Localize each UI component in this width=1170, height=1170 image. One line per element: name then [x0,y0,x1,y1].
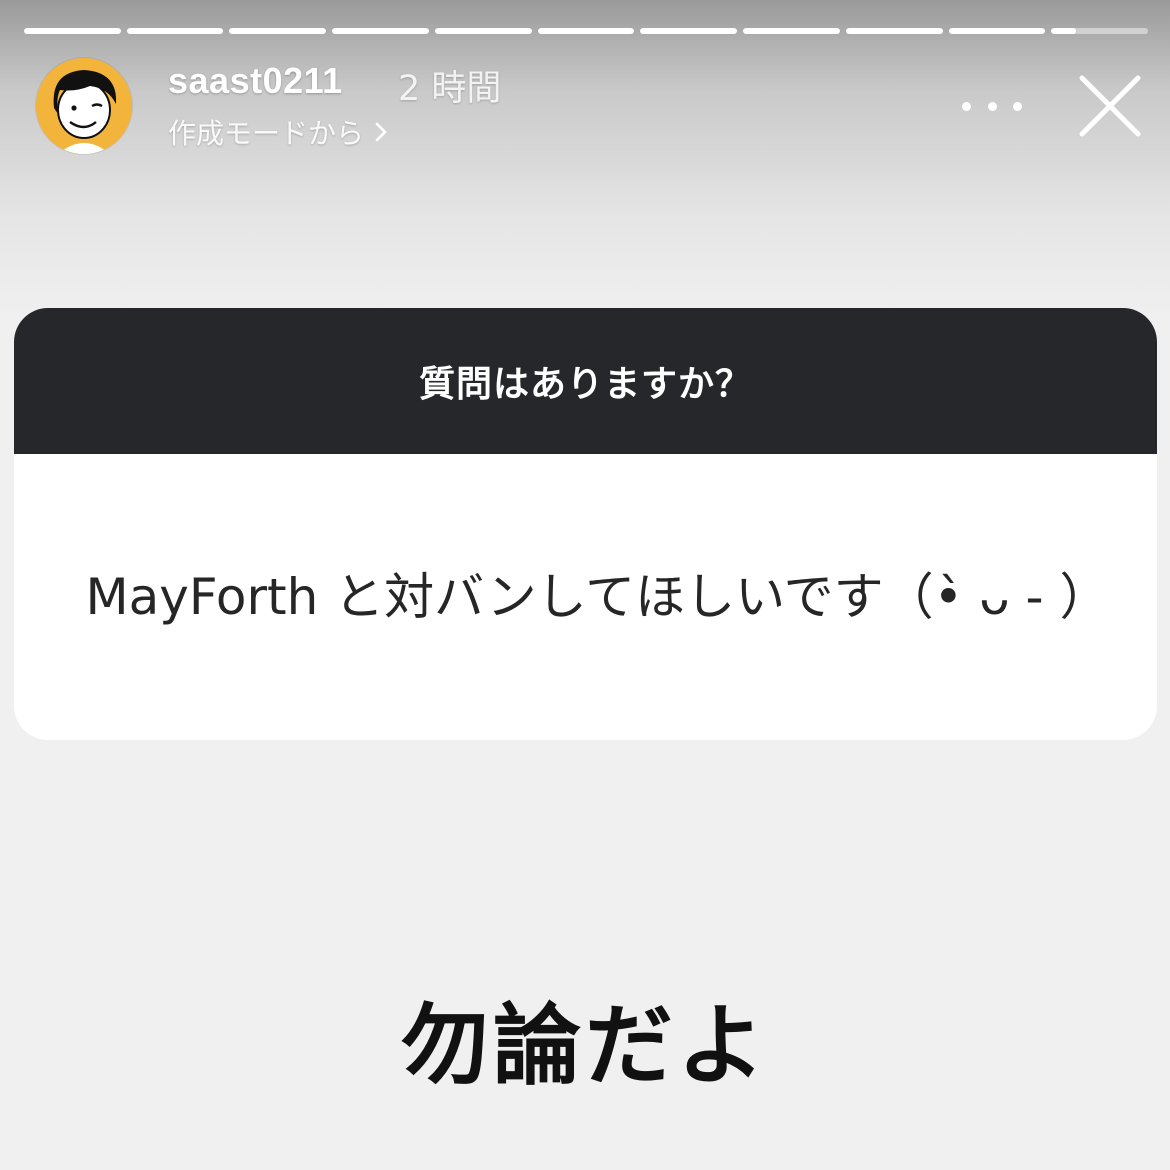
question-text: MayForth と対バンしてほしいです（•̀ ᴗ - ） [85,568,1110,626]
progress-segment [640,28,738,34]
more-options-button[interactable] [962,86,1022,126]
progress-segment-fill [332,28,429,34]
more-dot [987,101,997,111]
progress-segment [845,28,943,34]
avatar[interactable] [36,58,132,154]
progress-segment [537,28,635,34]
progress-segment-fill [640,28,738,34]
progress-segment-fill [537,28,635,34]
progress-segment [948,28,1046,34]
progress-segment [1051,28,1149,34]
create-mode-label: 作成モードから [168,117,365,150]
progress-segment [434,28,532,34]
answer-text: 勿論だよ [400,994,769,1097]
timestamp: 2 時間 [398,69,502,109]
progress-segment-fill [948,28,1046,34]
progress-segment [332,28,429,34]
progress-segment-fill [1051,28,1076,34]
progress-segment-fill [24,28,121,34]
progress-segment-fill [229,28,327,34]
progress-segment-fill [845,28,943,34]
question-prompt: 質問はありますか？ [14,308,1157,454]
progress-segment [24,28,121,34]
story-progress-bar [24,28,1149,34]
progress-segment [126,28,224,34]
more-dot [1013,101,1022,111]
progress-segment-fill [126,28,224,34]
more-horizontal-icon [962,101,971,111]
progress-segment [743,28,840,34]
question-body: MayForth と対バンしてほしいです（•̀ ᴗ - ） [14,454,1157,740]
username[interactable]: saast0211 [168,60,343,102]
avatar-illustration [36,58,132,154]
progress-segment-fill [434,28,532,34]
create-mode-link[interactable]: 作成モードから [168,112,388,152]
close-icon [1079,75,1141,137]
question-sticker-card: 質問はありますか？ MayForth と対バンしてほしいです（•̀ ᴗ - ） [14,308,1157,740]
progress-segment [229,28,327,34]
chevron-right-icon [375,122,387,142]
progress-segment-fill [743,28,840,34]
close-button[interactable] [1074,70,1146,142]
